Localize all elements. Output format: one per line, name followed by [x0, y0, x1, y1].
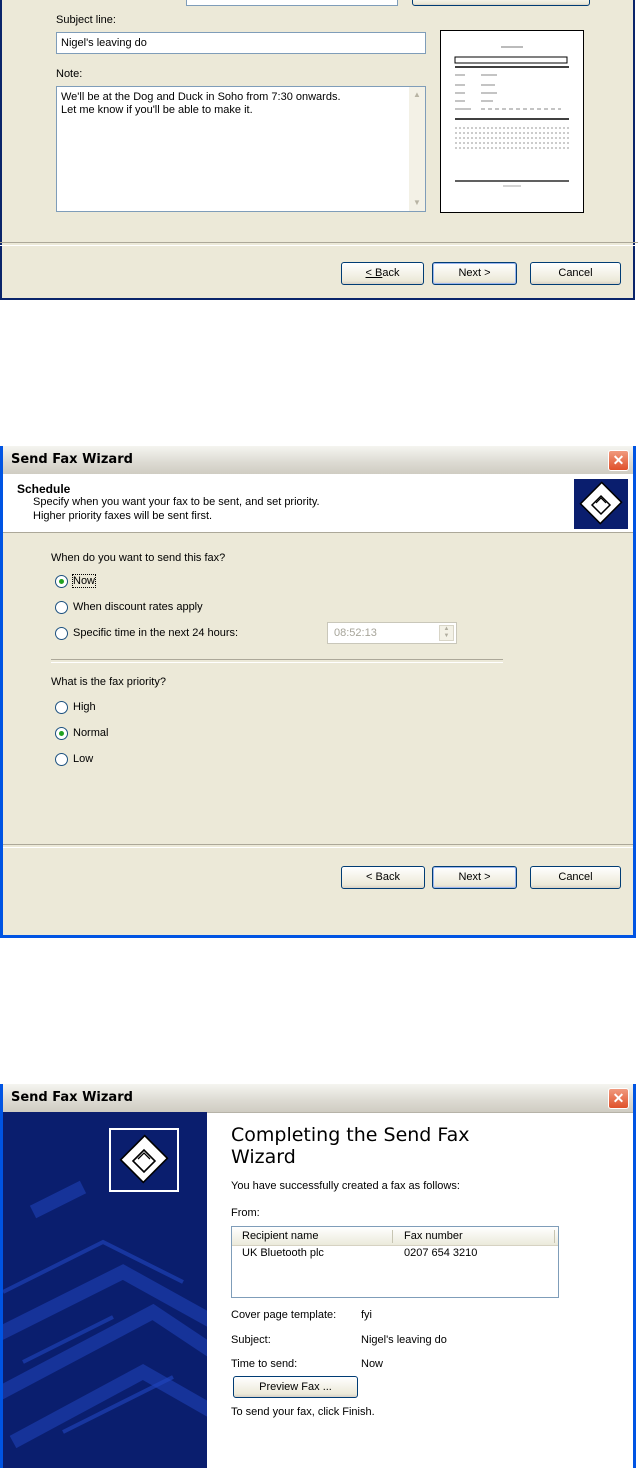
radio-low-label[interactable]: Low [73, 753, 93, 765]
radio-low[interactable] [55, 753, 68, 766]
column-divider[interactable] [392, 1230, 393, 1243]
step-desc-2: Higher priority faxes will be sent first… [33, 510, 213, 522]
note-textarea[interactable]: We'll be at the Dog and Duck in Soho fro… [56, 86, 426, 212]
note-line-1: We'll be at the Dog and Duck in Soho fro… [61, 91, 341, 103]
section-divider [51, 659, 503, 663]
column-header-name[interactable]: Recipient name [242, 1230, 318, 1242]
close-icon[interactable]: ✕ [608, 1088, 629, 1109]
cancel-button[interactable]: Cancel [530, 866, 621, 889]
intro-text: You have successfully created a fax as f… [231, 1180, 460, 1192]
close-icon[interactable]: ✕ [608, 450, 629, 471]
preview-fax-button[interactable]: Preview Fax ... [233, 1376, 358, 1398]
column-header-fax[interactable]: Fax number [404, 1230, 463, 1242]
title-bar: Send Fax Wizard ✕ [3, 446, 633, 475]
radio-specific-time[interactable] [55, 627, 68, 640]
completing-window: Send Fax Wizard ✕ Completing the Send Fa… [0, 1084, 636, 1468]
fax-machine-icon [573, 478, 629, 530]
back-label: < Back [366, 871, 400, 883]
scroll-down-icon[interactable]: ▼ [411, 197, 423, 209]
cancel-label: Cancel [558, 871, 593, 883]
completing-heading-line-1: Completing the Send Fax [231, 1124, 470, 1146]
cropped-button[interactable] [412, 0, 590, 6]
note-scrollbar[interactable]: ▲ ▼ [409, 87, 425, 211]
cover-thumbnail-icon [441, 31, 583, 212]
subject-label: Subject: [231, 1334, 271, 1346]
time-label: Time to send: [231, 1358, 298, 1370]
back-label: ack [382, 267, 400, 279]
preview-fax-label: Preview Fax ... [259, 1381, 332, 1393]
step-heading: Schedule [17, 482, 71, 496]
time-spinner-icon[interactable]: ▲ ▼ [439, 625, 454, 641]
note-label: Note: [56, 68, 83, 80]
wizard-header: Schedule Specify when you want your fax … [3, 474, 633, 533]
window-title: Send Fax Wizard [11, 1090, 133, 1105]
cover-template-label: Cover page template: [231, 1309, 337, 1321]
note-line-2: Let me know if you'll be able to make it… [61, 104, 253, 116]
cover-page-preview [440, 30, 584, 213]
time-picker[interactable]: 08:52:13 ▲ ▼ [327, 622, 457, 644]
radio-high-label[interactable]: High [73, 701, 96, 713]
column-divider[interactable] [554, 1230, 555, 1243]
cover-page-step: Subject line: Nigel's leaving do Note: W… [0, 0, 638, 300]
radio-now[interactable] [55, 575, 68, 588]
back-button[interactable]: < Back [341, 262, 424, 285]
subject-value: Nigel's leaving do [361, 1334, 447, 1346]
radio-high[interactable] [55, 701, 68, 714]
window-title: Send Fax Wizard [11, 452, 133, 467]
cover-template-select[interactable] [186, 0, 398, 6]
cancel-button[interactable]: Cancel [530, 262, 621, 285]
button-separator [3, 844, 633, 848]
next-label: Next > [458, 871, 491, 883]
title-bar: Send Fax Wizard ✕ [3, 1084, 633, 1113]
scroll-up-icon[interactable]: ▲ [411, 89, 423, 101]
recipient-name-cell: UK Bluetooth plc [242, 1247, 324, 1259]
button-separator [0, 242, 638, 246]
radio-discount-label[interactable]: When discount rates apply [73, 601, 203, 613]
completing-heading-line-2: Wizard [231, 1146, 296, 1168]
radio-normal[interactable] [55, 727, 68, 740]
cancel-label: Cancel [558, 267, 593, 279]
next-button[interactable]: Next > [432, 262, 517, 285]
next-label: Next > [458, 267, 491, 279]
next-button[interactable]: Next > [432, 866, 517, 889]
radio-now-label[interactable]: Now [71, 574, 97, 588]
time-value: Now [361, 1358, 384, 1370]
radio-normal-label[interactable]: Normal [73, 727, 108, 739]
table-row[interactable]: UK Bluetooth plc 0207 654 3210 [232, 1246, 558, 1262]
step-desc-1: Specify when you want your fax to be sen… [33, 496, 320, 508]
list-header: Recipient name Fax number [232, 1227, 558, 1246]
when-question: When do you want to send this fax? [51, 552, 226, 564]
finish-hint: To send your fax, click Finish. [231, 1406, 375, 1418]
priority-question: What is the fax priority? [51, 676, 166, 688]
recipient-fax-cell: 0207 654 3210 [404, 1247, 478, 1259]
radio-discount[interactable] [55, 601, 68, 614]
cover-template-value: fyi [361, 1309, 372, 1321]
recipient-list[interactable]: Recipient name Fax number UK Bluetooth p… [231, 1226, 559, 1298]
subject-input-value: Nigel's leaving do [61, 37, 147, 49]
wizard-side-banner [3, 1112, 207, 1468]
fax-machine-icon [109, 1128, 179, 1192]
from-label: From: [231, 1207, 260, 1219]
back-button[interactable]: < Back [341, 866, 425, 889]
radio-specific-label[interactable]: Specific time in the next 24 hours: [73, 627, 238, 639]
subject-input[interactable]: Nigel's leaving do [56, 32, 426, 54]
schedule-window: Send Fax Wizard ✕ Schedule Specify when … [0, 446, 636, 938]
subject-label: Subject line: [56, 14, 116, 26]
time-value: 08:52:13 [334, 627, 377, 639]
